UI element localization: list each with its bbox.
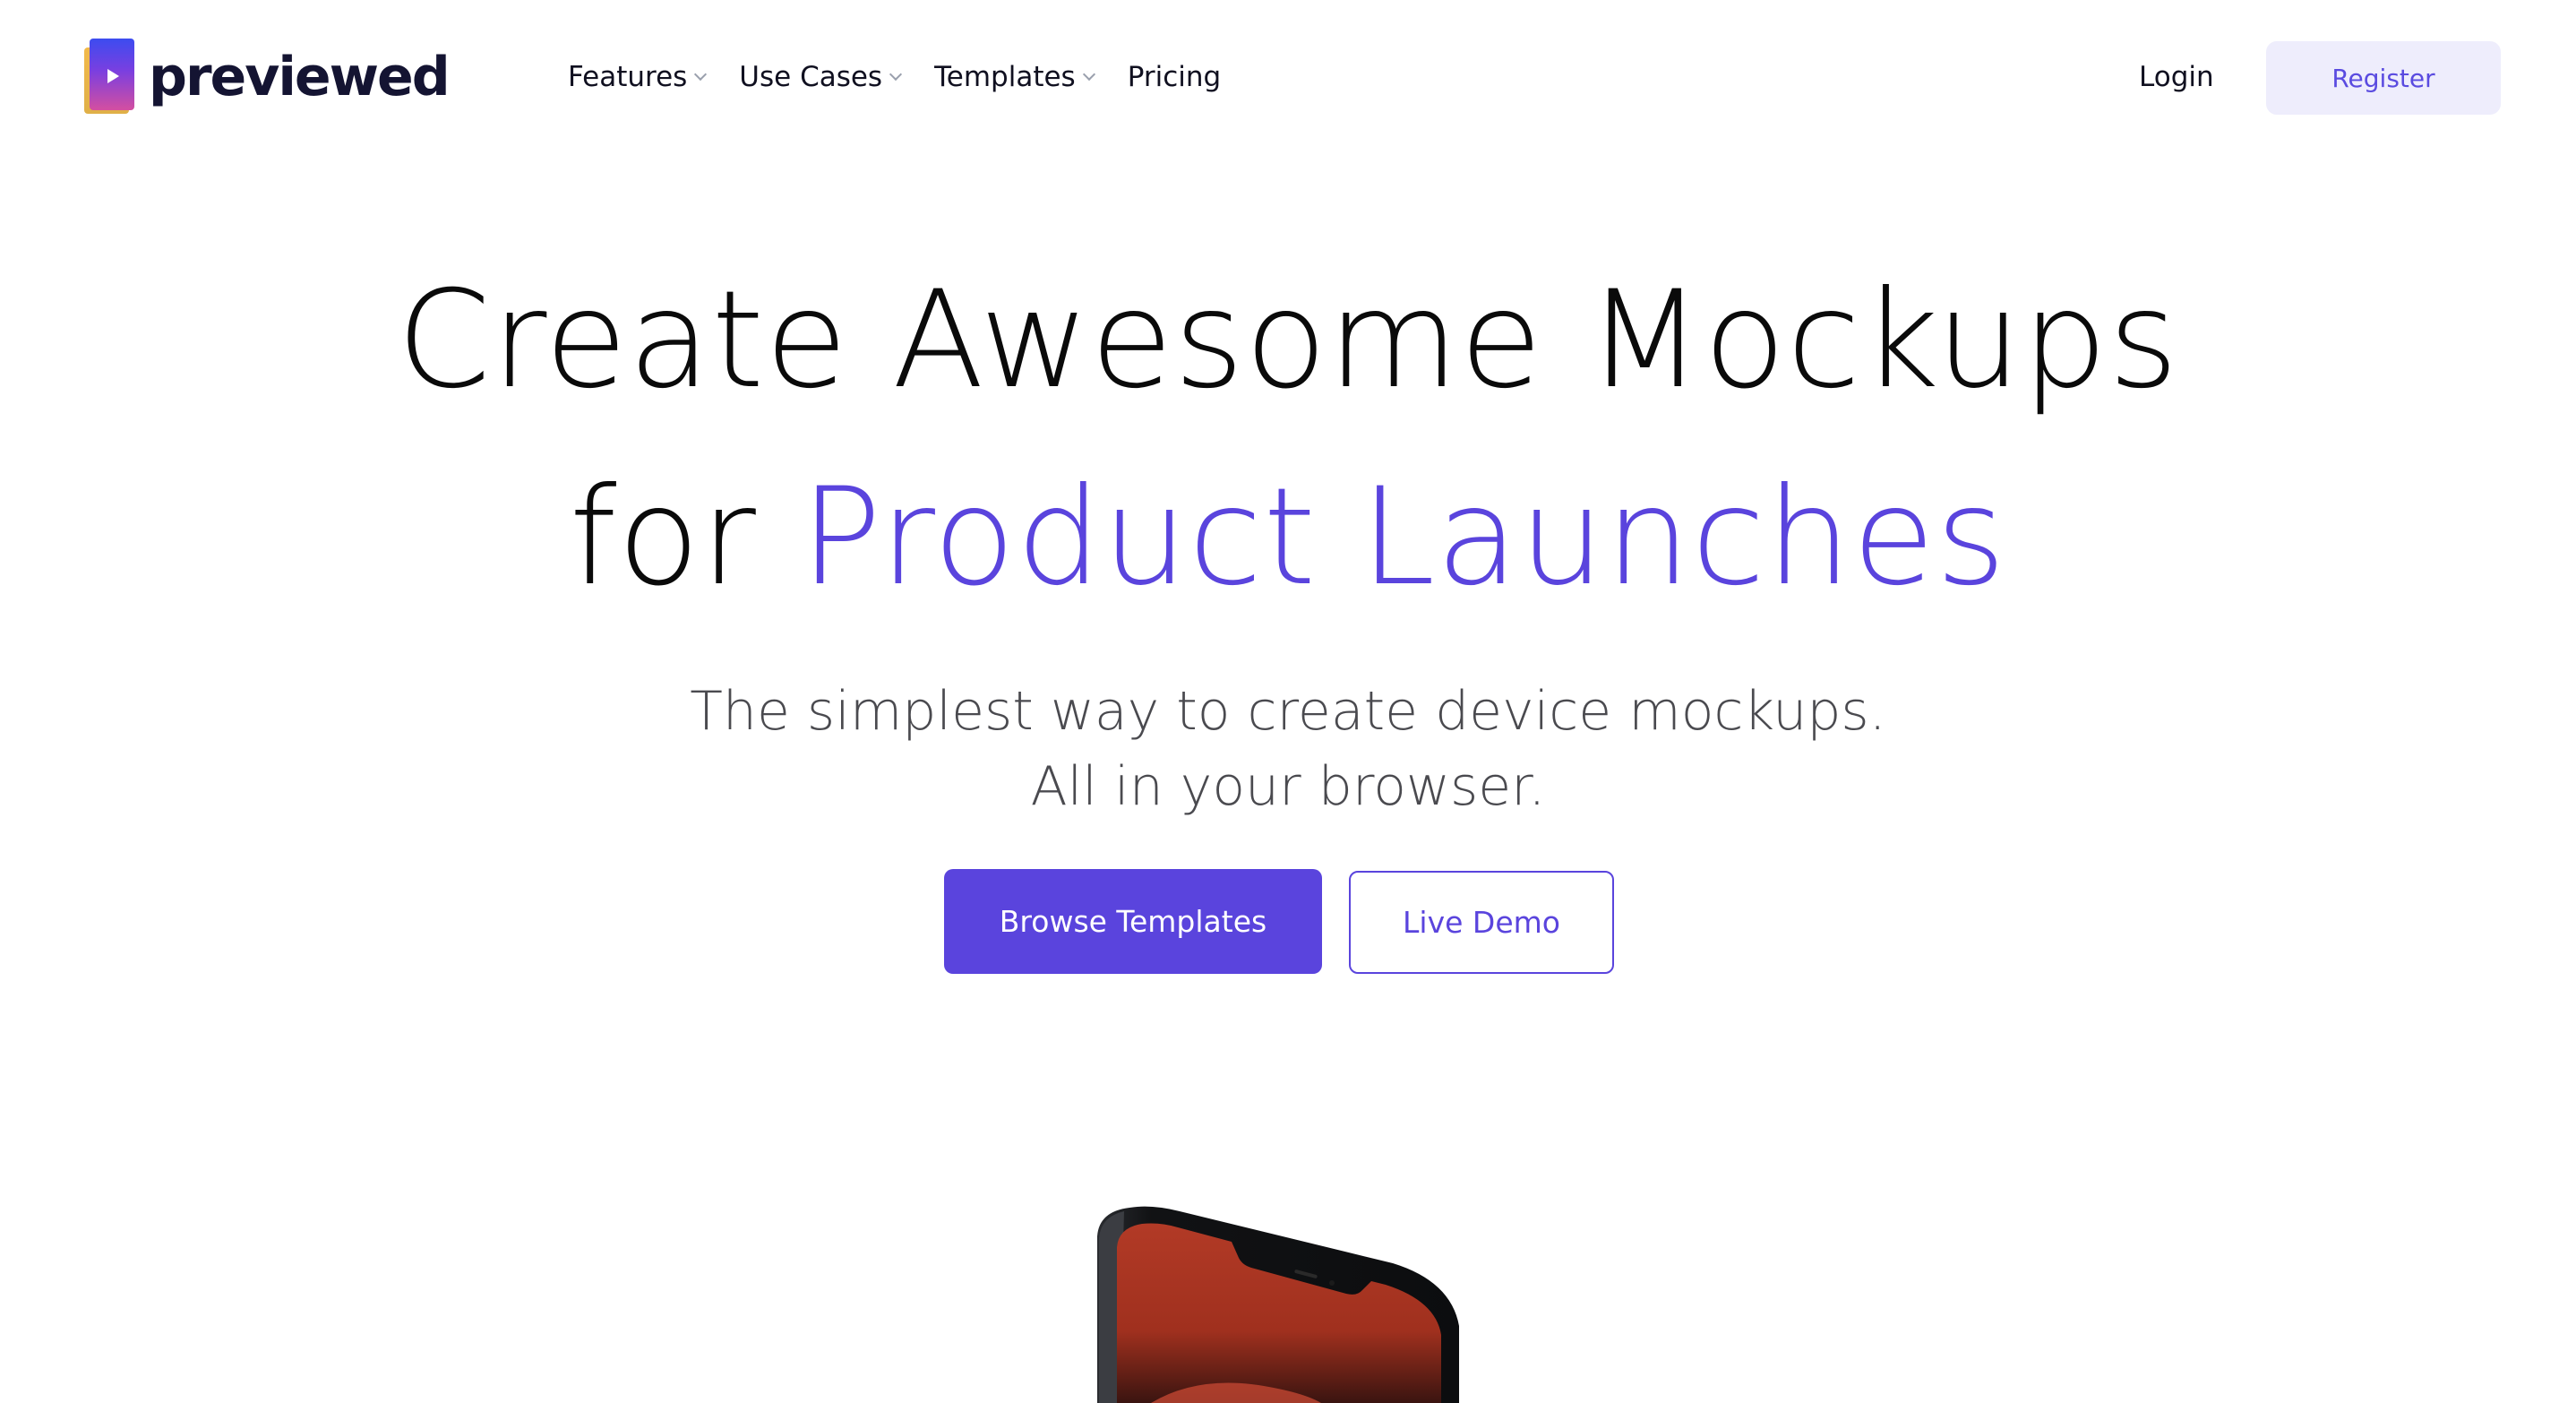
site-header: previewed Features Use Cases Templates P… xyxy=(0,0,2576,152)
browse-templates-button[interactable]: Browse Templates xyxy=(944,869,1322,974)
chevron-down-icon xyxy=(694,67,708,82)
landing-page: previewed Features Use Cases Templates P… xyxy=(0,0,2576,1403)
nav-item-label: Use Cases xyxy=(739,61,883,93)
hero-title-accent: Product Launches xyxy=(800,460,2007,615)
chevron-down-icon xyxy=(889,67,903,82)
nav-item-label: Pricing xyxy=(1127,61,1222,93)
logo-mark xyxy=(84,39,140,116)
live-demo-button[interactable]: Live Demo xyxy=(1349,871,1614,974)
chevron-down-icon xyxy=(1082,67,1095,82)
main-nav: Features Use Cases Templates Pricing xyxy=(568,54,1255,100)
hero-title-line-1: Create Awesome Mockups xyxy=(397,263,2179,418)
hero-subtitle-line-2: All in your browser. xyxy=(1030,755,1546,818)
hero-title-prefix: for xyxy=(569,460,757,615)
hero-title-line-2: for Product Launches xyxy=(0,470,2576,605)
play-icon xyxy=(107,69,119,83)
nav-item-use-cases[interactable]: Use Cases xyxy=(739,61,903,93)
hero-subtitle-line-1: The simplest way to create device mockup… xyxy=(690,680,1886,743)
phone-mockup-graphic xyxy=(1097,1206,1459,1403)
register-button[interactable]: Register xyxy=(2266,41,2501,115)
logo-link[interactable]: previewed xyxy=(84,38,451,116)
nav-item-label: Features xyxy=(568,61,688,93)
login-link[interactable]: Login xyxy=(2139,56,2214,99)
nav-item-pricing[interactable]: Pricing xyxy=(1128,61,1222,93)
nav-item-features[interactable]: Features xyxy=(568,61,708,93)
phone-mockup-image xyxy=(1097,1201,1473,1403)
nav-item-label: Templates xyxy=(934,61,1076,93)
nav-item-templates[interactable]: Templates xyxy=(934,61,1095,93)
logo-text: previewed xyxy=(149,46,451,108)
